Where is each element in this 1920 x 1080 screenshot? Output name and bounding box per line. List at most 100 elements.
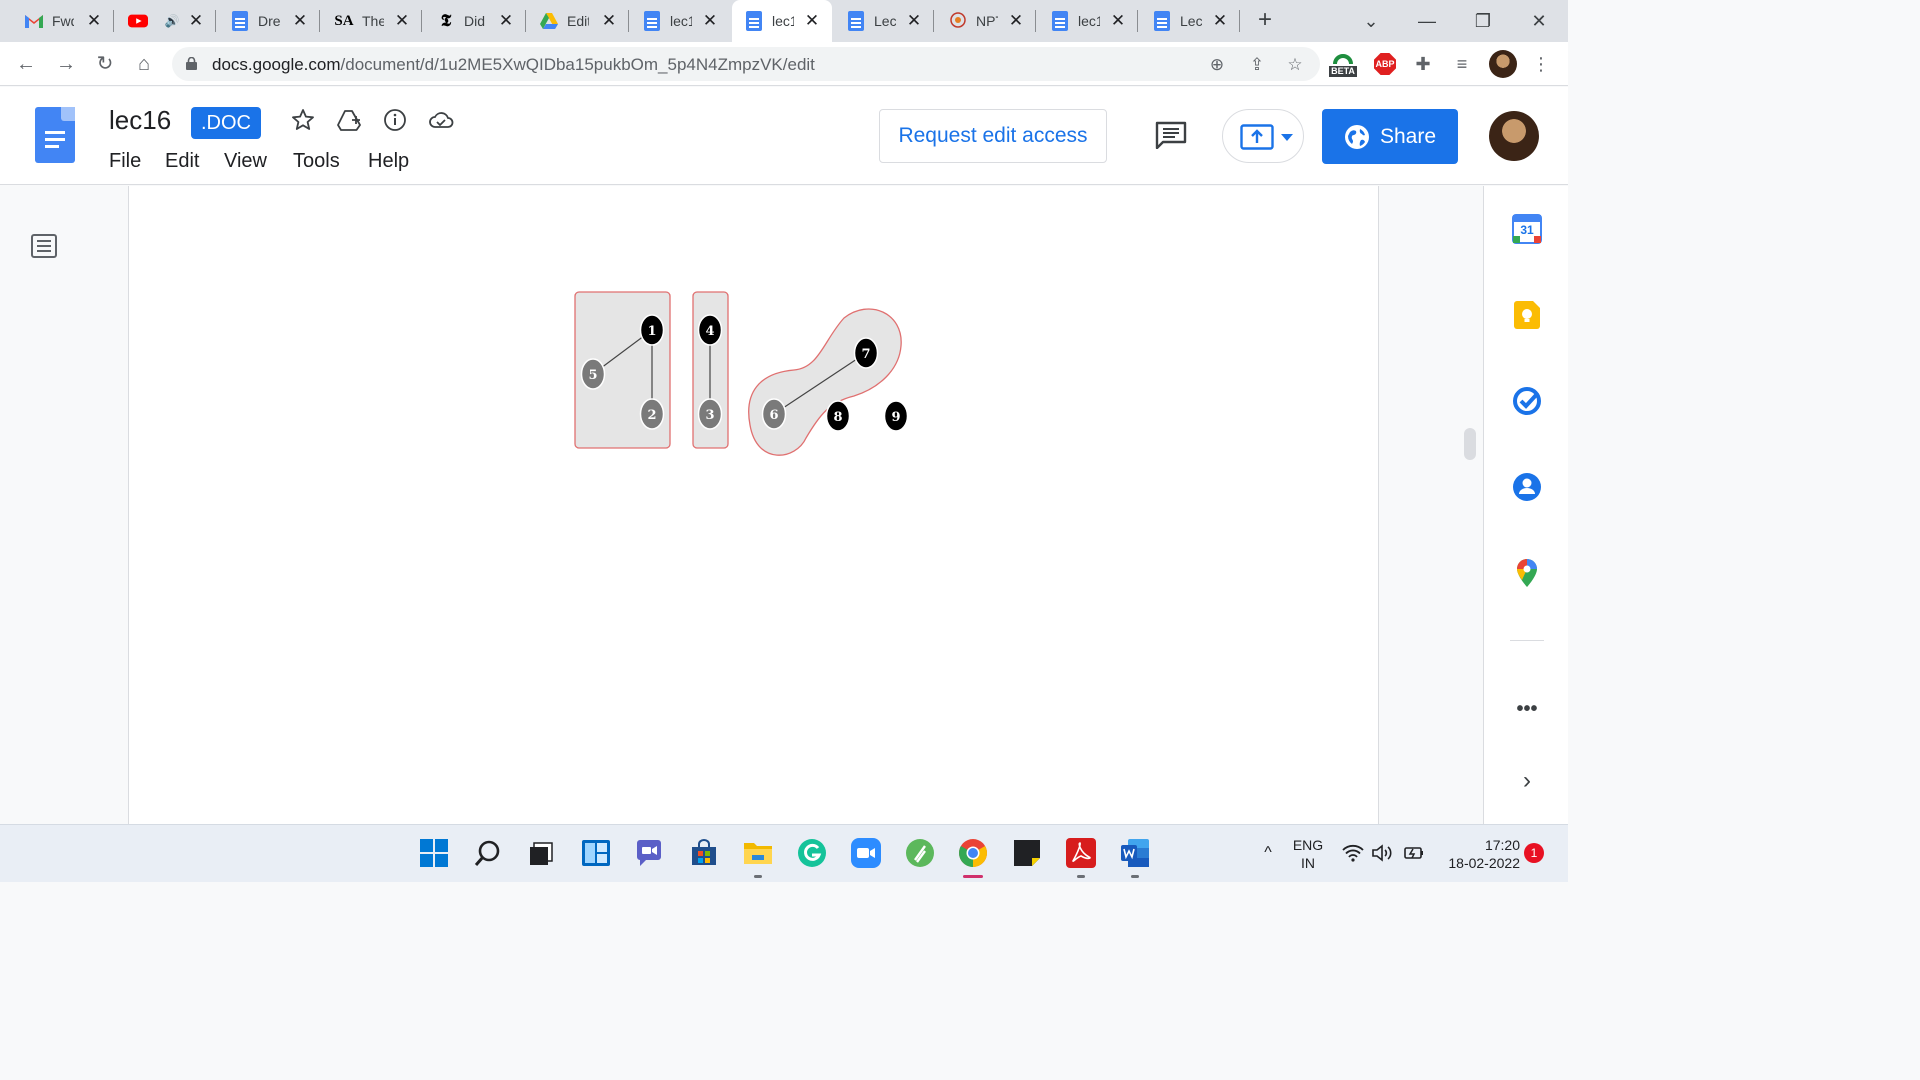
share-page-icon[interactable]: ⇪ xyxy=(1248,56,1266,74)
tab-docs-lec-b[interactable]: Lec ✕ xyxy=(1140,0,1240,42)
chrome-icon[interactable] xyxy=(957,837,989,869)
tasks-icon[interactable] xyxy=(1512,386,1542,416)
tab-gmail[interactable]: Fwd ✕ xyxy=(12,0,114,42)
tab-docs-lec[interactable]: Lec ✕ xyxy=(834,0,934,42)
show-hidden-icons-icon[interactable]: ^ xyxy=(1252,837,1284,869)
extensions-puzzle-icon[interactable]: ✚ xyxy=(1410,51,1436,77)
sticky-notes-icon[interactable] xyxy=(1011,837,1043,869)
adblock-icon[interactable]: ABP xyxy=(1372,51,1398,77)
language-code: ENG xyxy=(1292,837,1324,853)
move-to-drive-icon[interactable] xyxy=(337,107,363,133)
clock[interactable]: 17:20 18-02-2022 xyxy=(1436,837,1520,871)
close-icon[interactable]: ✕ xyxy=(599,11,619,31)
tab-docs-dre[interactable]: Dre ✕ xyxy=(218,0,320,42)
minimize-button[interactable]: — xyxy=(1412,6,1442,36)
word-icon[interactable] xyxy=(1119,837,1151,869)
restore-button[interactable]: ❐ xyxy=(1468,6,1498,36)
close-icon[interactable]: ✕ xyxy=(392,11,412,31)
request-edit-access-button[interactable]: Request edit access xyxy=(879,109,1107,163)
grammarly-icon[interactable] xyxy=(796,837,828,869)
document-outline-icon[interactable] xyxy=(30,232,58,260)
close-icon[interactable]: ✕ xyxy=(84,11,104,31)
document-info-icon[interactable] xyxy=(382,107,408,133)
close-icon[interactable]: ✕ xyxy=(496,11,516,31)
keep-icon[interactable] xyxy=(1512,300,1542,330)
window-close-button[interactable]: ✕ xyxy=(1524,6,1554,36)
wifi-icon[interactable] xyxy=(1340,837,1366,869)
tab-drive[interactable]: Edit ✕ xyxy=(527,0,629,42)
tab-docs-lec1-active[interactable]: lec1 ✕ xyxy=(732,0,832,42)
tab-youtube[interactable]: 🔊 ✕ xyxy=(116,0,216,42)
tab-search-icon[interactable]: ⌄ xyxy=(1356,6,1386,36)
start-icon[interactable] xyxy=(418,837,450,869)
volume-icon[interactable] xyxy=(1370,837,1396,869)
docs-logo-icon[interactable] xyxy=(35,107,75,163)
more-icon[interactable]: ••• xyxy=(1512,694,1542,724)
back-icon[interactable]: ← xyxy=(12,50,40,78)
tab-nyt[interactable]: 𝕿 Did ✕ xyxy=(424,0,526,42)
address-bar[interactable]: docs.google.com/document/d/1u2ME5XwQIDba… xyxy=(172,47,1320,81)
tab-separator xyxy=(113,10,114,32)
home-icon[interactable]: ⌂ xyxy=(130,50,158,78)
close-icon[interactable]: ✕ xyxy=(904,11,924,31)
share-button[interactable]: Share xyxy=(1322,109,1458,164)
account-avatar[interactable] xyxy=(1489,111,1539,161)
maps-icon[interactable] xyxy=(1512,558,1542,588)
close-icon[interactable]: ✕ xyxy=(802,11,822,31)
tab-docs-lec1-b[interactable]: lec1 ✕ xyxy=(1038,0,1138,42)
browser-menu-icon[interactable]: ⋮ xyxy=(1528,51,1554,77)
lock-icon[interactable] xyxy=(186,57,197,70)
tab-nptel[interactable]: NPT ✕ xyxy=(936,0,1036,42)
adblock-label: ABP xyxy=(1374,53,1396,75)
menu-tools[interactable]: Tools xyxy=(293,150,340,173)
reading-list-icon[interactable]: ≡ xyxy=(1449,51,1475,77)
reload-icon[interactable]: ↻ xyxy=(91,50,119,78)
close-icon[interactable]: ✕ xyxy=(290,11,310,31)
star-icon[interactable] xyxy=(290,107,316,133)
close-icon[interactable]: ✕ xyxy=(700,11,720,31)
comment-history-icon[interactable] xyxy=(1155,121,1187,149)
scrollbar-thumb[interactable] xyxy=(1464,428,1476,460)
zoom-icon[interactable]: ⊕ xyxy=(1208,56,1226,74)
menu-edit[interactable]: Edit xyxy=(165,150,199,173)
forward-icon[interactable]: → xyxy=(52,50,80,78)
graph-node-2: 2 xyxy=(639,398,665,430)
widgets-icon[interactable] xyxy=(580,837,612,869)
notification-badge[interactable]: 1 xyxy=(1524,843,1544,863)
expand-icon[interactable]: › xyxy=(1512,766,1542,796)
cloud-saved-icon[interactable] xyxy=(428,107,454,133)
menu-file[interactable]: File xyxy=(109,150,141,173)
close-icon[interactable]: ✕ xyxy=(186,11,206,31)
store-icon[interactable] xyxy=(688,837,720,869)
close-icon[interactable]: ✕ xyxy=(1006,11,1026,31)
acrobat-icon[interactable] xyxy=(1065,837,1097,869)
zoom-icon[interactable] xyxy=(850,837,882,869)
calendar-icon[interactable]: 31 xyxy=(1512,214,1542,244)
close-icon[interactable]: ✕ xyxy=(1210,11,1230,31)
menu-help[interactable]: Help xyxy=(368,150,409,173)
bookmark-star-icon[interactable]: ☆ xyxy=(1286,56,1304,74)
task-view-icon[interactable] xyxy=(525,837,557,869)
document-title[interactable]: lec16 xyxy=(109,105,171,136)
nyt-icon: 𝕿 xyxy=(440,11,452,31)
file-explorer-icon[interactable] xyxy=(742,837,774,869)
present-button[interactable] xyxy=(1222,109,1304,163)
browser-profile-avatar[interactable] xyxy=(1489,50,1517,78)
document-page[interactable]: 1 5 2 4 3 7 6 8 9 xyxy=(128,186,1379,824)
search-icon[interactable] xyxy=(472,837,504,869)
battery-icon[interactable] xyxy=(1400,837,1426,869)
extension-beta-icon[interactable]: BETA xyxy=(1329,51,1357,77)
url-text: docs.google.com/document/d/1u2ME5XwQIDba… xyxy=(212,55,815,74)
tab-sa[interactable]: SA The ✕ xyxy=(322,0,422,42)
new-tab-button[interactable]: + xyxy=(1252,8,1278,34)
tab-docs-lec1-a[interactable]: lec1 ✕ xyxy=(630,0,730,42)
contacts-icon[interactable] xyxy=(1512,472,1542,502)
menu-view[interactable]: View xyxy=(224,150,267,173)
notes-app-icon[interactable] xyxy=(904,837,936,869)
close-icon[interactable]: ✕ xyxy=(1108,11,1128,31)
teams-chat-icon[interactable] xyxy=(633,837,665,869)
language-indicator[interactable]: ENG IN xyxy=(1290,837,1326,871)
tab-label: Lec xyxy=(1180,13,1202,29)
tab-label: Lec xyxy=(874,13,896,29)
audio-playing-icon[interactable]: 🔊 xyxy=(162,11,182,31)
